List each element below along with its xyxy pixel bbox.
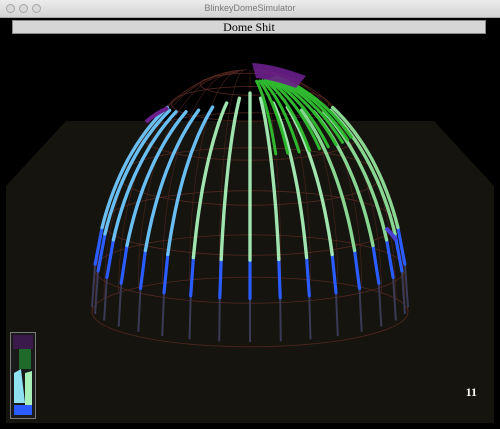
preview-mint-block [25, 371, 32, 405]
frame-counter: 11 [465, 385, 477, 399]
led-strip-blue [277, 257, 282, 300]
header-label: Dome Shit [223, 20, 275, 34]
led-strip-blue [218, 257, 223, 300]
strip-preview [10, 332, 36, 419]
window-title: BlinkeyDomeSimulator [204, 3, 296, 13]
header-bar: Dome Shit [12, 20, 486, 34]
led-strip-tail [218, 297, 221, 342]
simulator-window: BlinkeyDomeSimulator Dome Shit 11 [0, 0, 500, 429]
preview-purple-block [13, 335, 33, 349]
led-strip-tail [279, 297, 282, 342]
led-strip-tail [308, 295, 312, 340]
preview-blue-block [14, 405, 32, 415]
preview-cyan-block [14, 369, 25, 403]
window-titlebar[interactable]: BlinkeyDomeSimulator [0, 0, 500, 18]
preview-green-block [19, 349, 31, 369]
led-strip-tail [188, 295, 192, 340]
render-viewport[interactable]: Dome Shit 11 [6, 18, 494, 423]
dome-scene[interactable] [6, 18, 494, 423]
